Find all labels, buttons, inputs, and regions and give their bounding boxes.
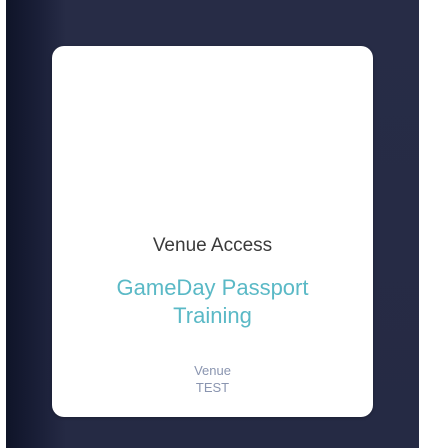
screen: Venue Access GameDay Passport Training V… (0, 0, 425, 448)
organization-name-line2: Training (173, 303, 252, 328)
venue-value: TEST (195, 380, 230, 395)
card-title: Venue Access (152, 235, 273, 256)
venue-access-card[interactable]: Venue Access GameDay Passport Training V… (52, 46, 373, 417)
organization-name: GameDay Passport Training (52, 274, 373, 330)
venue-label: Venue (194, 363, 231, 378)
organization-name-line1: GameDay Passport (116, 275, 309, 300)
